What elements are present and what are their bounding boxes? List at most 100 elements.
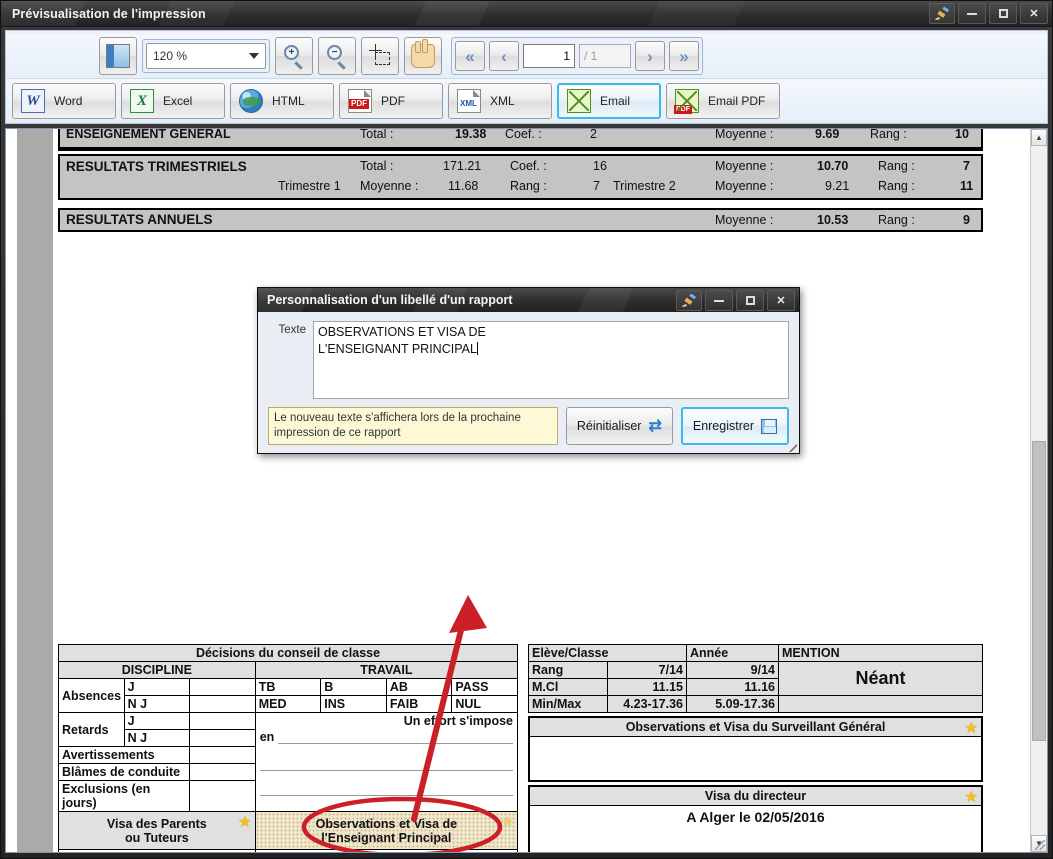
star-icon-observations[interactable]: ★	[501, 814, 513, 830]
export-html-button[interactable]: HTML	[230, 83, 334, 119]
observations-signature-area[interactable]	[255, 850, 517, 853]
trim-total-value: 171.21	[443, 159, 481, 173]
rang-annee-value: 9/14	[687, 662, 779, 679]
page-canvas[interactable]: ENSEIGNEMENT GENERAL Total : 19.38 Coef.…	[6, 129, 1030, 852]
trim2-moyenne-label: Moyenne :	[715, 179, 773, 193]
document-viewport: ENSEIGNEMENT GENERAL Total : 19.38 Coef.…	[5, 128, 1048, 853]
zoom-in-button[interactable]: +	[275, 37, 313, 75]
travail-comment-cell[interactable]: Un effort s'impose en	[255, 713, 517, 812]
avertissements-label: Avertissements	[59, 747, 190, 764]
surveillant-signature-area[interactable]	[529, 736, 982, 781]
next-page-button[interactable]: ›	[635, 41, 665, 71]
first-page-button[interactable]: «	[455, 41, 485, 71]
select-area-button[interactable]	[361, 37, 399, 75]
zoom-in-icon: +	[282, 44, 306, 68]
html-globe-icon	[239, 89, 263, 113]
page-left-margin	[17, 129, 53, 852]
conseil-title: Décisions du conseil de classe	[59, 645, 518, 662]
appr-ab: AB	[386, 679, 452, 696]
eg-total-label: Total :	[360, 129, 393, 141]
maximize-button[interactable]	[989, 3, 1017, 24]
star-icon-directeur[interactable]: ★	[965, 789, 977, 805]
table-row: Visa du directeur ★	[529, 786, 982, 805]
export-email-pdf-label: Email PDF	[708, 94, 765, 108]
close-button[interactable]: ✕	[1020, 3, 1048, 24]
table-row: A Alger le 02/05/2016	[529, 805, 982, 852]
export-excel-button[interactable]: X Excel	[121, 83, 225, 119]
prev-page-button[interactable]: ‹	[489, 41, 519, 71]
texte-label: Texte	[268, 321, 306, 336]
absences-j-value[interactable]	[190, 679, 256, 696]
dialog-close-button[interactable]: ✕	[767, 290, 795, 311]
exclusions-label: Exclusions (en jours)	[59, 781, 190, 812]
reinitialiser-button[interactable]: Réinitialiser ⇄	[566, 407, 673, 445]
export-word-button[interactable]: W Word	[12, 83, 116, 119]
text-caret	[477, 342, 478, 355]
page-number-input[interactable]: 1	[523, 44, 575, 68]
texte-line-1: OBSERVATIONS ET VISA DE	[318, 324, 784, 341]
pan-hand-button[interactable]	[404, 37, 442, 75]
texte-input[interactable]: OBSERVATIONS ET VISA DE L'ENSEIGNANT PRI…	[313, 321, 789, 399]
export-email-pdf-button[interactable]: PDF Email PDF	[666, 83, 780, 119]
scroll-thumb[interactable]	[1032, 441, 1046, 741]
minimize-button[interactable]	[958, 3, 986, 24]
absences-nj-value[interactable]	[190, 696, 256, 713]
appr-faib: FAIB	[386, 696, 452, 713]
brush-glyph	[934, 7, 950, 21]
avertissements-value[interactable]	[190, 747, 256, 764]
enregistrer-button[interactable]: Enregistrer	[681, 407, 789, 445]
chevron-left-icon: ‹	[501, 48, 507, 65]
eg-rang-label: Rang :	[870, 129, 907, 141]
enregistrer-label: Enregistrer	[693, 419, 754, 433]
retards-j-value[interactable]	[190, 713, 256, 730]
resize-grip[interactable]	[1035, 840, 1045, 850]
appr-b: B	[321, 679, 387, 696]
table-row: Observations et Visa du Surveillant Géné…	[529, 717, 982, 736]
export-pdf-button[interactable]: PDF PDF	[339, 83, 443, 119]
blames-value[interactable]	[190, 764, 256, 781]
dialog-resize-grip[interactable]	[788, 443, 797, 452]
retards-label: Retards	[59, 713, 125, 747]
comment-line-2[interactable]	[260, 757, 513, 771]
panel-toggle-button[interactable]	[99, 37, 137, 75]
export-excel-label: Excel	[163, 94, 192, 108]
observations-enseignant-header[interactable]: Observations et Visa de l'Enseignant Pri…	[255, 812, 517, 850]
visa-parents-signature-area[interactable]	[59, 850, 256, 853]
blames-label: Blâmes de conduite	[59, 764, 190, 781]
zoom-level-select[interactable]: 120 %	[146, 43, 266, 69]
export-xml-button[interactable]: XML XML	[448, 83, 552, 119]
select-area-icon	[368, 44, 392, 68]
zoom-group: 120 %	[142, 39, 270, 73]
chevron-down-icon	[249, 53, 259, 59]
theme-brush-icon[interactable]	[929, 3, 955, 24]
surveillant-header: Observations et Visa du Surveillant Géné…	[529, 717, 982, 736]
mcl-label: M.Cl	[529, 679, 608, 696]
zoom-out-button[interactable]: −	[318, 37, 356, 75]
comment-line-3[interactable]	[260, 782, 513, 796]
export-email-button[interactable]: Email	[557, 83, 661, 119]
last-page-button[interactable]: »	[669, 41, 699, 71]
trim1-rang-value: 7	[593, 179, 600, 193]
maximize-icon	[999, 9, 1008, 18]
trim-coef-label: Coef. :	[510, 159, 547, 173]
close-icon: ✕	[1029, 7, 1038, 20]
retards-nj-value[interactable]	[190, 730, 256, 747]
mcl-eleve-value: 11.15	[608, 679, 687, 696]
star-icon-visa-parents[interactable]: ★	[239, 814, 251, 830]
vertical-scrollbar[interactable]: ▲ ▼	[1030, 129, 1047, 852]
exclusions-value[interactable]	[190, 781, 256, 812]
trim2-moyenne-value: 9.21	[825, 179, 849, 193]
dialog-minimize-button[interactable]	[705, 290, 733, 311]
scroll-up-button[interactable]: ▲	[1031, 129, 1047, 146]
eg-moyenne-value: 9.69	[815, 129, 839, 141]
print-preview-window: Prévisualisation de l'impression ✕	[0, 0, 1053, 859]
save-disk-icon	[761, 419, 777, 434]
comment-line-1[interactable]	[278, 731, 513, 744]
resultats-annuels-row: RESULTATS ANNUELS Moyenne : 10.53 Rang :…	[58, 208, 983, 232]
dialog-maximize-button[interactable]	[736, 290, 764, 311]
annuels-moyenne-label: Moyenne :	[715, 213, 773, 227]
star-icon-surveillant[interactable]: ★	[965, 720, 977, 736]
dialog-theme-brush-icon[interactable]	[676, 290, 702, 311]
mention-filler-cell	[779, 696, 983, 713]
directeur-table: Visa du directeur ★ A Alger le 02/05/201…	[528, 785, 983, 852]
